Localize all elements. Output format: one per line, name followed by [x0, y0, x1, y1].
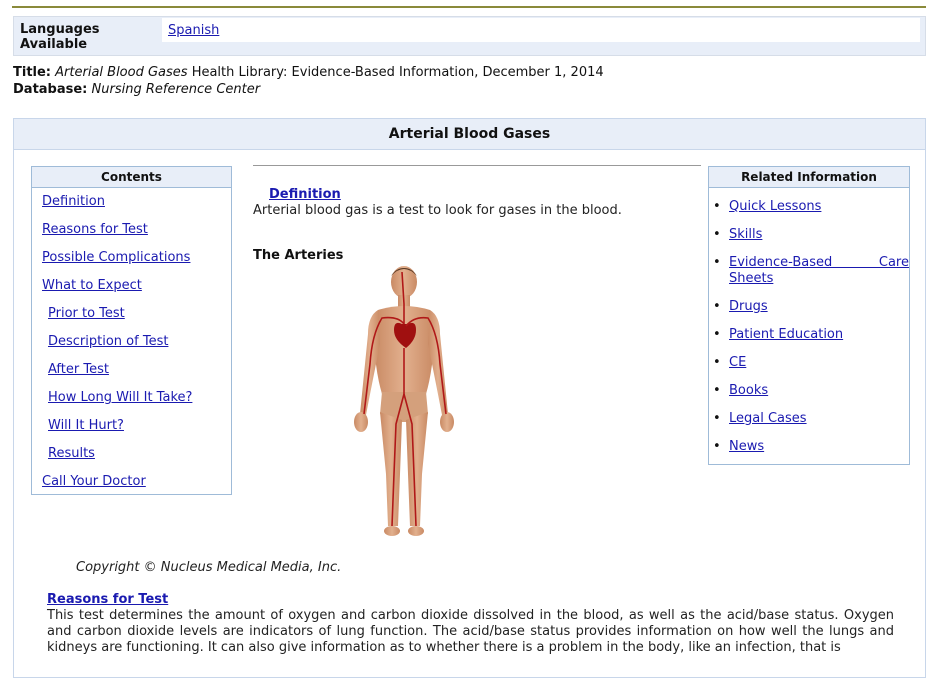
- toc-call-your-doctor[interactable]: Call Your Doctor: [42, 474, 146, 489]
- toc-description-of-test[interactable]: Description of Test: [48, 334, 168, 349]
- contents-box: Contents Definition Reasons for Test Pos…: [31, 166, 232, 495]
- related-info-box: Related Information • Quick Lessons • Sk…: [708, 166, 910, 465]
- related-link-books[interactable]: Books: [729, 383, 768, 398]
- related-link-patient-education[interactable]: Patient Education: [729, 327, 843, 342]
- database-value: Nursing Reference Center: [91, 82, 261, 97]
- related-link-ce[interactable]: CE: [729, 355, 746, 370]
- related-link-drugs[interactable]: Drugs: [729, 299, 768, 314]
- toc-after-test[interactable]: After Test: [48, 362, 109, 377]
- related-link-news[interactable]: News: [729, 439, 764, 454]
- bullet-icon: •: [713, 255, 721, 270]
- bullet-icon: •: [713, 383, 721, 398]
- related-link-quick-lessons[interactable]: Quick Lessons: [729, 199, 821, 214]
- article-heading: Arterial Blood Gases: [14, 119, 925, 150]
- related-link-skills[interactable]: Skills: [729, 227, 762, 242]
- center-divider: [253, 165, 701, 166]
- toc-results[interactable]: Results: [48, 446, 95, 461]
- bullet-icon: •: [713, 199, 721, 214]
- bullet-icon: •: [713, 299, 721, 314]
- title-italic: Arterial Blood Gases: [55, 65, 188, 80]
- title-label: Title:: [13, 65, 52, 80]
- reasons-text: This test determines the amount of oxyge…: [47, 608, 894, 655]
- database-line: Database: Nursing Reference Center: [13, 82, 260, 97]
- related-link-care-sheets[interactable]: Evidence-Based Care Sheets: [729, 255, 909, 287]
- article-panel: Arterial Blood Gases Contents Definition…: [13, 118, 926, 678]
- toc-how-long[interactable]: How Long Will It Take?: [48, 390, 192, 405]
- toc-possible-complications[interactable]: Possible Complications: [42, 250, 190, 265]
- related-item: • Evidence-Based Care Sheets: [713, 255, 909, 287]
- toc-prior-to-test[interactable]: Prior to Test: [48, 306, 125, 321]
- title-line: Title: Arterial Blood Gases Health Libra…: [13, 65, 604, 80]
- toc-reasons-for-test[interactable]: Reasons for Test: [42, 222, 148, 237]
- bullet-icon: •: [713, 439, 721, 454]
- title-rest: Health Library: Evidence-Based Informati…: [187, 65, 604, 80]
- contents-title: Contents: [32, 167, 231, 188]
- image-title: The Arteries: [253, 248, 344, 263]
- bullet-icon: •: [713, 327, 721, 342]
- reasons-heading-link[interactable]: Reasons for Test: [47, 592, 168, 607]
- toc-will-it-hurt[interactable]: Will It Hurt?: [48, 418, 124, 433]
- definition-heading-link[interactable]: Definition: [269, 187, 341, 202]
- language-link-spanish[interactable]: Spanish: [168, 23, 219, 38]
- top-rule: [12, 6, 926, 8]
- related-link-legal-cases[interactable]: Legal Cases: [729, 411, 807, 426]
- bullet-icon: •: [713, 411, 721, 426]
- definition-text: Arterial blood gas is a test to look for…: [253, 203, 622, 218]
- database-label: Database:: [13, 82, 88, 97]
- languages-label: Languages Available: [20, 22, 100, 52]
- copyright-notice: Copyright © Nucleus Medical Media, Inc.: [76, 560, 342, 575]
- toc-what-to-expect[interactable]: What to Expect: [42, 278, 142, 293]
- related-info-title: Related Information: [709, 167, 909, 188]
- languages-available-row: Languages Available Spanish: [13, 16, 926, 56]
- bullet-icon: •: [713, 355, 721, 370]
- toc-definition[interactable]: Definition: [42, 194, 105, 209]
- arteries-illustration: [354, 266, 454, 536]
- bullet-icon: •: [713, 227, 721, 242]
- languages-value-cell: Spanish: [162, 18, 920, 42]
